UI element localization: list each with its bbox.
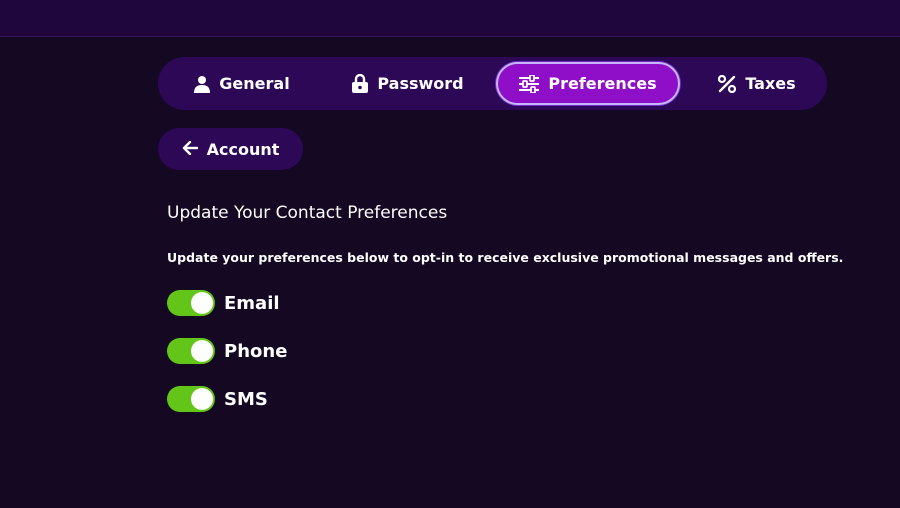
top-bar	[0, 0, 900, 37]
tab-general[interactable]: General	[172, 62, 312, 105]
tab-preferences-label: Preferences	[548, 74, 657, 93]
preference-phone: Phone	[167, 338, 287, 364]
arrow-left-icon	[182, 140, 198, 159]
email-label: Email	[224, 292, 280, 314]
preference-email: Email	[167, 290, 280, 316]
email-toggle[interactable]	[167, 290, 215, 316]
phone-toggle[interactable]	[167, 338, 215, 364]
preference-sms: SMS	[167, 386, 268, 412]
section-description: Update your preferences below to opt-in …	[167, 250, 844, 265]
user-icon	[194, 75, 211, 93]
tab-taxes[interactable]: Taxes	[698, 62, 816, 105]
back-button-label: Account	[206, 139, 280, 159]
toggle-knob	[191, 340, 213, 362]
toggle-knob	[191, 292, 213, 314]
back-to-account-button[interactable]: Account	[158, 128, 303, 170]
lock-icon	[352, 74, 369, 93]
settings-tab-bar: General Password Preferences Taxes	[158, 57, 827, 110]
sms-label: SMS	[224, 388, 268, 410]
section-title: Update Your Contact Preferences	[167, 203, 448, 223]
toggle-knob	[191, 388, 213, 410]
tab-general-label: General	[219, 74, 290, 93]
tab-taxes-label: Taxes	[745, 74, 796, 93]
tab-password-label: Password	[377, 74, 464, 93]
tab-preferences[interactable]: Preferences	[496, 62, 680, 105]
sms-toggle[interactable]	[167, 386, 215, 412]
sliders-icon	[519, 74, 540, 93]
percent-icon	[718, 74, 737, 93]
tab-password[interactable]: Password	[338, 62, 478, 105]
phone-label: Phone	[224, 340, 288, 362]
